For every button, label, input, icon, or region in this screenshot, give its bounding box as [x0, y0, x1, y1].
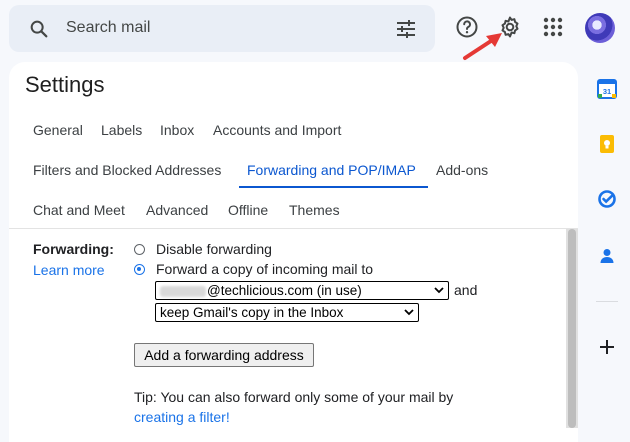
forward-action-select[interactable]: keep Gmail's copy in the Inbox [155, 303, 419, 322]
tab-filters-and-blocked-addresses[interactable]: Filters and Blocked Addresses [33, 162, 221, 178]
page-title: Settings [25, 72, 105, 97]
apps-icon[interactable] [541, 15, 565, 39]
learn-more-link[interactable]: Learn more [33, 262, 105, 278]
chevron-down-icon [404, 309, 414, 316]
creating-filter-link[interactable]: creating a filter! [134, 409, 230, 425]
red-arrow-annotation [463, 33, 502, 60]
forward-action-value: keep Gmail's copy in the Inbox [160, 305, 344, 320]
scrollbar-thumb[interactable] [568, 229, 576, 428]
search-input[interactable]: Search mail [66, 19, 150, 37]
tab-labels[interactable]: Labels [101, 122, 142, 138]
tab-add-ons[interactable]: Add-ons [436, 162, 488, 178]
search-bar[interactable]: Search mail [9, 5, 435, 52]
add-forwarding-address-button[interactable]: Add a forwarding address [134, 343, 314, 367]
forward-copy-label[interactable]: Forward a copy of incoming mail to [156, 261, 373, 277]
redacted-email-user: suzanne [160, 285, 206, 297]
keep-icon[interactable] [597, 134, 617, 154]
tab-themes[interactable]: Themes [289, 202, 340, 218]
tab-chat-and-meet[interactable]: Chat and Meet [33, 202, 125, 218]
contacts-icon[interactable] [597, 246, 617, 266]
tab-accounts-and-import[interactable]: Accounts and Import [213, 122, 341, 138]
side-panel-divider [596, 301, 618, 302]
calendar-icon[interactable]: 31 [597, 79, 617, 99]
tip-text: Tip: You can also forward only some of y… [134, 389, 454, 405]
tabs-divider [9, 228, 578, 229]
chevron-down-icon [434, 287, 444, 294]
active-tab-indicator [239, 186, 428, 188]
svg-text:31: 31 [603, 87, 611, 96]
tab-forwarding-and-pop-imap[interactable]: Forwarding and POP/IMAP [247, 162, 416, 178]
and-text: and [454, 282, 478, 298]
tasks-icon[interactable] [597, 189, 617, 209]
forward-address-value: @techlicious.com (in use) [207, 283, 362, 298]
avatar[interactable] [585, 13, 615, 43]
disable-forwarding-radio[interactable] [134, 244, 145, 255]
tab-advanced[interactable]: Advanced [146, 202, 208, 218]
tab-general[interactable]: General [33, 122, 83, 138]
search-icon[interactable] [28, 18, 50, 40]
tune-icon[interactable] [394, 17, 418, 41]
forward-address-select[interactable]: suzanne@techlicious.com (in use) [155, 281, 449, 300]
tab-inbox[interactable]: Inbox [160, 122, 194, 138]
tab-offline[interactable]: Offline [228, 202, 268, 218]
disable-forwarding-label[interactable]: Disable forwarding [156, 241, 272, 257]
forwarding-label: Forwarding: [33, 241, 114, 257]
forward-copy-radio[interactable] [134, 264, 145, 275]
add-icon[interactable] [597, 337, 617, 357]
